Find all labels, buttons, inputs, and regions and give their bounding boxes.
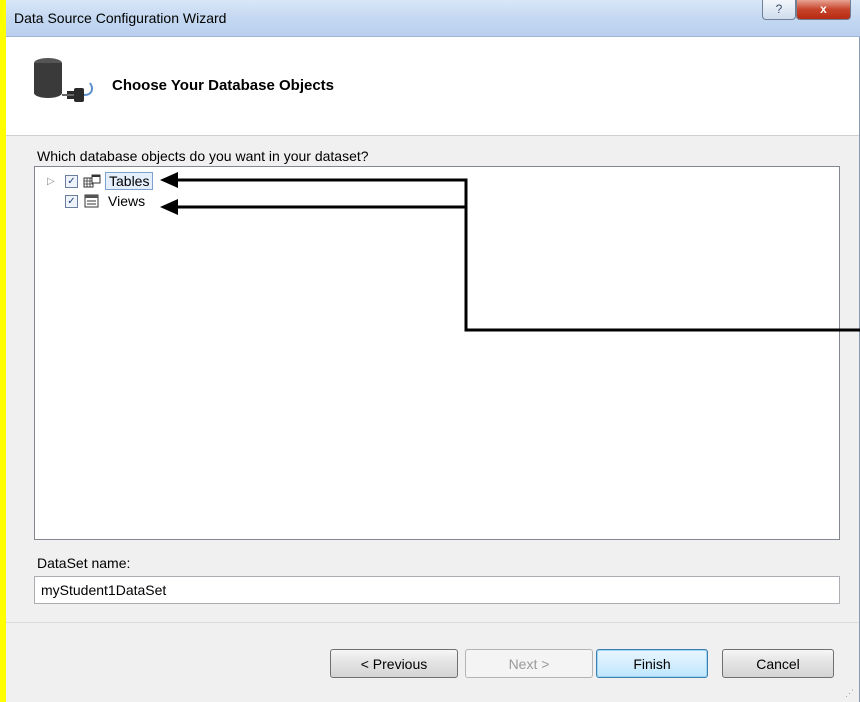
views-checkbox[interactable]: ✓ bbox=[65, 194, 78, 208]
dataset-name-label: DataSet name: bbox=[37, 555, 131, 571]
tables-label[interactable]: Tables bbox=[105, 172, 154, 190]
wizard-header: Choose Your Database Objects bbox=[6, 37, 859, 136]
cancel-button[interactable]: Cancel bbox=[722, 649, 834, 678]
tree-node-views[interactable]: ✓ Views bbox=[35, 191, 148, 211]
tables-checkbox[interactable]: ✓ bbox=[65, 174, 78, 188]
expand-arrow-icon[interactable]: ▷ bbox=[47, 176, 57, 187]
tables-icon bbox=[83, 174, 101, 188]
footer-divider bbox=[6, 622, 859, 623]
views-icon bbox=[84, 194, 99, 208]
resize-grip-icon[interactable]: ⋰ bbox=[845, 688, 855, 698]
database-connect-icon bbox=[34, 58, 93, 102]
objects-prompt: Which database objects do you want in yo… bbox=[37, 148, 369, 164]
tree-node-tables[interactable]: ▷ ✓ Tables bbox=[35, 171, 154, 191]
window-title: Data Source Configuration Wizard bbox=[14, 10, 227, 26]
views-label[interactable]: Views bbox=[105, 193, 148, 209]
title-bar: Data Source Configuration Wizard ? x bbox=[6, 0, 860, 37]
wizard-window: Data Source Configuration Wizard ? x Cho… bbox=[6, 0, 860, 702]
finish-button[interactable]: Finish bbox=[596, 649, 708, 678]
dataset-name-input[interactable] bbox=[34, 576, 840, 604]
close-button[interactable]: x bbox=[796, 0, 851, 20]
page-title: Choose Your Database Objects bbox=[112, 77, 335, 94]
database-objects-tree[interactable]: ▷ ✓ Tables ✓ Views bbox=[34, 166, 840, 540]
previous-button[interactable]: < Previous bbox=[330, 649, 458, 678]
next-button[interactable]: Next > bbox=[465, 649, 593, 678]
help-button[interactable]: ? bbox=[762, 0, 796, 20]
